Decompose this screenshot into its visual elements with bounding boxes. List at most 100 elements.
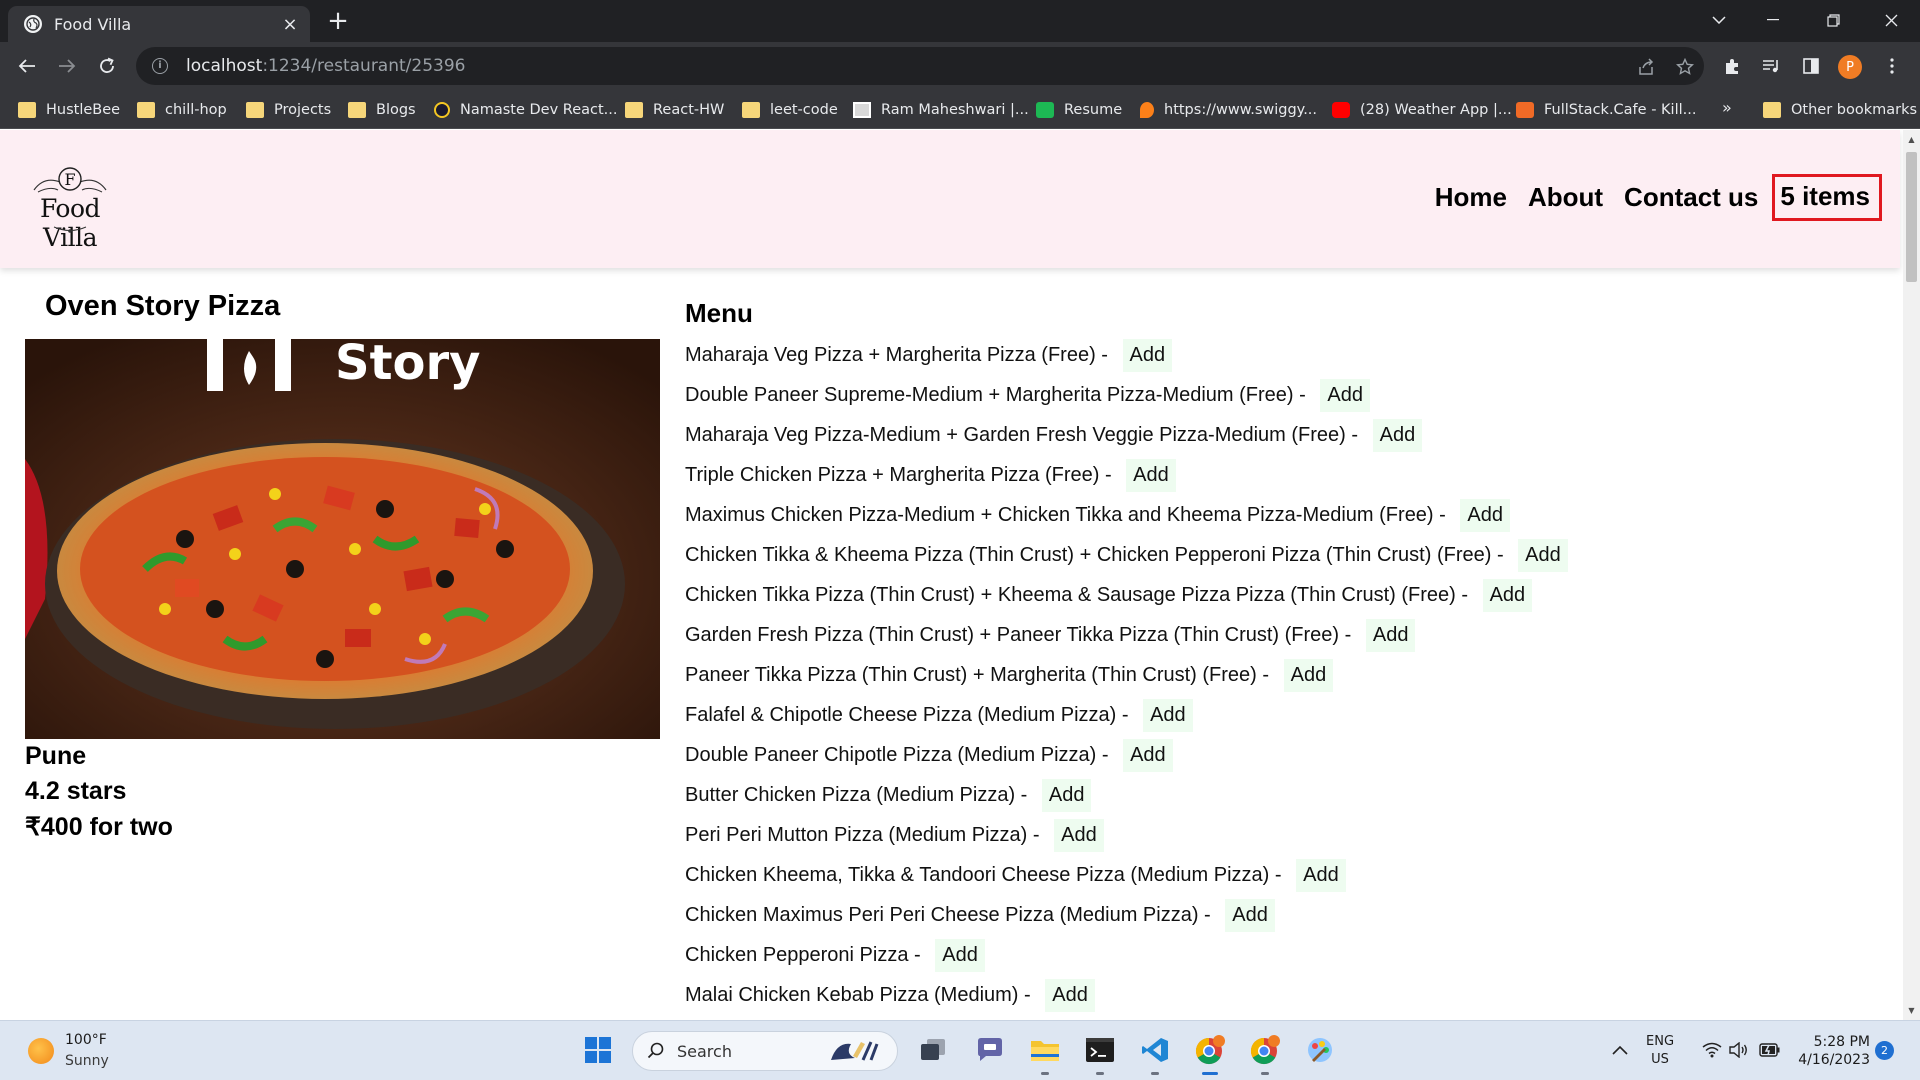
bookmark-weather-app[interactable]: (28) Weather App |... <box>1332 98 1512 122</box>
bookmark-label: Projects <box>274 102 332 118</box>
media-queue-icon[interactable] <box>1755 50 1787 82</box>
chrome-menu-icon[interactable] <box>1876 50 1908 82</box>
weather-description: Sunny <box>65 1053 109 1069</box>
bookmark-other-bookmarks[interactable]: Other bookmarks <box>1763 98 1917 122</box>
terminal-icon[interactable] <box>1081 1031 1119 1075</box>
chrome-profile-second-icon[interactable] <box>1246 1031 1284 1075</box>
restaurant-rating: 4.2 stars <box>25 777 127 805</box>
bookmark-leet-code[interactable]: leet-code <box>742 98 838 122</box>
folder-icon <box>742 102 760 118</box>
cart-items-link[interactable]: 5 items <box>1772 174 1882 221</box>
add-to-cart-button[interactable]: Add <box>1283 658 1334 692</box>
sunny-weather-icon[interactable] <box>28 1038 54 1064</box>
back-button[interactable] <box>11 50 43 82</box>
bookmark-star-icon[interactable] <box>1671 53 1699 81</box>
bookmark-label: (28) Weather App |... <box>1360 102 1512 118</box>
file-explorer-icon[interactable] <box>1026 1031 1064 1075</box>
bookmark-label: leet-code <box>770 102 838 118</box>
food-villa-logo[interactable]: F Food Villa <box>14 166 126 252</box>
add-to-cart-button[interactable]: Add <box>1518 538 1568 572</box>
add-to-cart-button[interactable]: Add <box>1045 978 1095 1012</box>
bookmark-label: Resume <box>1064 102 1123 118</box>
scroll-thumb[interactable] <box>1906 152 1917 282</box>
scroll-up-arrow-icon[interactable]: ▲ <box>1907 135 1916 144</box>
bookmark-resume[interactable]: Resume <box>1036 98 1122 122</box>
add-to-cart-button[interactable]: Add <box>1054 818 1104 852</box>
windows-start-icon[interactable] <box>579 1031 617 1069</box>
minimize-button[interactable] <box>1746 0 1800 40</box>
close-window-button[interactable] <box>1864 0 1918 40</box>
tab-search-chevron-icon[interactable] <box>1692 0 1746 40</box>
address-bar[interactable]: i localhost:1234/restaurant/25396 <box>136 47 1704 85</box>
add-to-cart-button[interactable]: Add <box>1320 378 1370 412</box>
menu-item: Butter Chicken Pizza (Medium Pizza) - Ad… <box>685 775 1568 815</box>
scroll-down-arrow-icon[interactable]: ▼ <box>1907 1006 1916 1015</box>
bookmark-ram-maheshwari[interactable]: Ram Maheshwari |... <box>853 98 1029 122</box>
running-indicator <box>1096 1072 1104 1075</box>
language-code: ENG <box>1646 1034 1675 1049</box>
add-to-cart-button[interactable]: Add <box>1372 418 1423 452</box>
taskbar-search-box[interactable]: Search <box>632 1031 898 1071</box>
side-panel-icon[interactable] <box>1795 50 1827 82</box>
bookmark-label: FullStack.Cafe - Kill... <box>1544 102 1697 118</box>
vscode-icon[interactable] <box>1136 1031 1174 1075</box>
profile-photo-icon <box>853 102 871 118</box>
add-to-cart-button[interactable]: Add <box>1123 738 1173 772</box>
bookmark-fullstack-cafe[interactable]: FullStack.Cafe - Kill... <box>1516 98 1696 122</box>
chrome-profile-p-icon[interactable] <box>1191 1031 1229 1075</box>
restore-button[interactable] <box>1806 0 1860 40</box>
bookmarks-overflow-chevron-icon[interactable]: » <box>1722 98 1732 117</box>
add-to-cart-button[interactable]: Add <box>1482 578 1533 612</box>
site-info-icon[interactable]: i <box>152 58 168 74</box>
bookmark-swiggy[interactable]: https://www.swiggy... <box>1140 98 1317 122</box>
teams-chat-icon[interactable] <box>971 1031 1009 1069</box>
reload-button[interactable] <box>91 50 123 82</box>
add-to-cart-button[interactable]: Add <box>1126 458 1176 492</box>
folder-icon <box>18 102 36 118</box>
language-indicator[interactable]: ENG US <box>1646 1033 1674 1069</box>
weather-temperature: 100°F <box>65 1032 107 1048</box>
nav-home-link[interactable]: Home <box>1435 182 1507 213</box>
globe-icon <box>24 15 42 33</box>
system-clock[interactable]: 5:28 PM 4/16/2023 <box>1796 1033 1870 1069</box>
new-tab-button[interactable]: + <box>326 8 350 36</box>
folder-icon <box>246 102 264 118</box>
nav-contact-link[interactable]: Contact us <box>1624 182 1758 213</box>
bookmark-hustlebee[interactable]: HustleBee <box>18 98 120 122</box>
running-indicator <box>1041 1072 1049 1075</box>
image-banner-text: Story <box>335 339 480 391</box>
restaurant-image: Story <box>25 339 660 739</box>
page-scrollbar[interactable]: ▲ ▼ <box>1903 130 1920 1020</box>
browser-tab-active[interactable]: Food Villa × <box>8 6 310 42</box>
bookmark-label: React-HW <box>653 102 725 118</box>
running-indicator-active <box>1202 1072 1218 1075</box>
tab-close-icon[interactable]: × <box>280 14 300 35</box>
share-icon[interactable] <box>1632 53 1660 81</box>
menu-item-name: Garden Fresh Pizza (Thin Crust) + Paneer… <box>685 623 1357 646</box>
bookmark-react-hw[interactable]: React-HW <box>625 98 724 122</box>
bookmarks-bar: HustleBee chill-hop Projects Blogs Namas… <box>0 90 1920 129</box>
add-to-cart-button[interactable]: Add <box>1296 858 1346 892</box>
add-to-cart-button[interactable]: Add <box>935 938 985 972</box>
bookmark-chill-hop[interactable]: chill-hop <box>137 98 227 122</box>
forward-button[interactable] <box>51 50 83 82</box>
task-view-icon[interactable] <box>914 1031 952 1069</box>
profile-avatar[interactable]: P <box>1838 55 1862 79</box>
add-to-cart-button[interactable]: Add <box>1460 498 1510 532</box>
add-to-cart-button[interactable]: Add <box>1365 618 1416 652</box>
bookmark-projects[interactable]: Projects <box>246 98 331 122</box>
add-to-cart-button[interactable]: Add <box>1122 338 1173 372</box>
add-to-cart-button[interactable]: Add <box>1041 778 1092 812</box>
notification-badge[interactable]: 2 <box>1875 1041 1894 1060</box>
add-to-cart-button[interactable]: Add <box>1143 698 1193 732</box>
extensions-puzzle-icon[interactable] <box>1716 50 1748 82</box>
nav-about-link[interactable]: About <box>1528 182 1603 213</box>
battery-charging-icon[interactable] <box>1751 1031 1789 1069</box>
show-hidden-icons-chevron-icon[interactable] <box>1601 1031 1639 1069</box>
browser-titlebar: Food Villa × + <box>0 0 1920 42</box>
add-to-cart-button[interactable]: Add <box>1225 898 1275 932</box>
bookmark-blogs[interactable]: Blogs <box>348 98 416 122</box>
paint-app-icon[interactable] <box>1301 1031 1339 1069</box>
menu-item: Chicken Tikka & Kheema Pizza (Thin Crust… <box>685 535 1568 575</box>
bookmark-namaste-dev[interactable]: Namaste Dev React... <box>434 98 618 122</box>
